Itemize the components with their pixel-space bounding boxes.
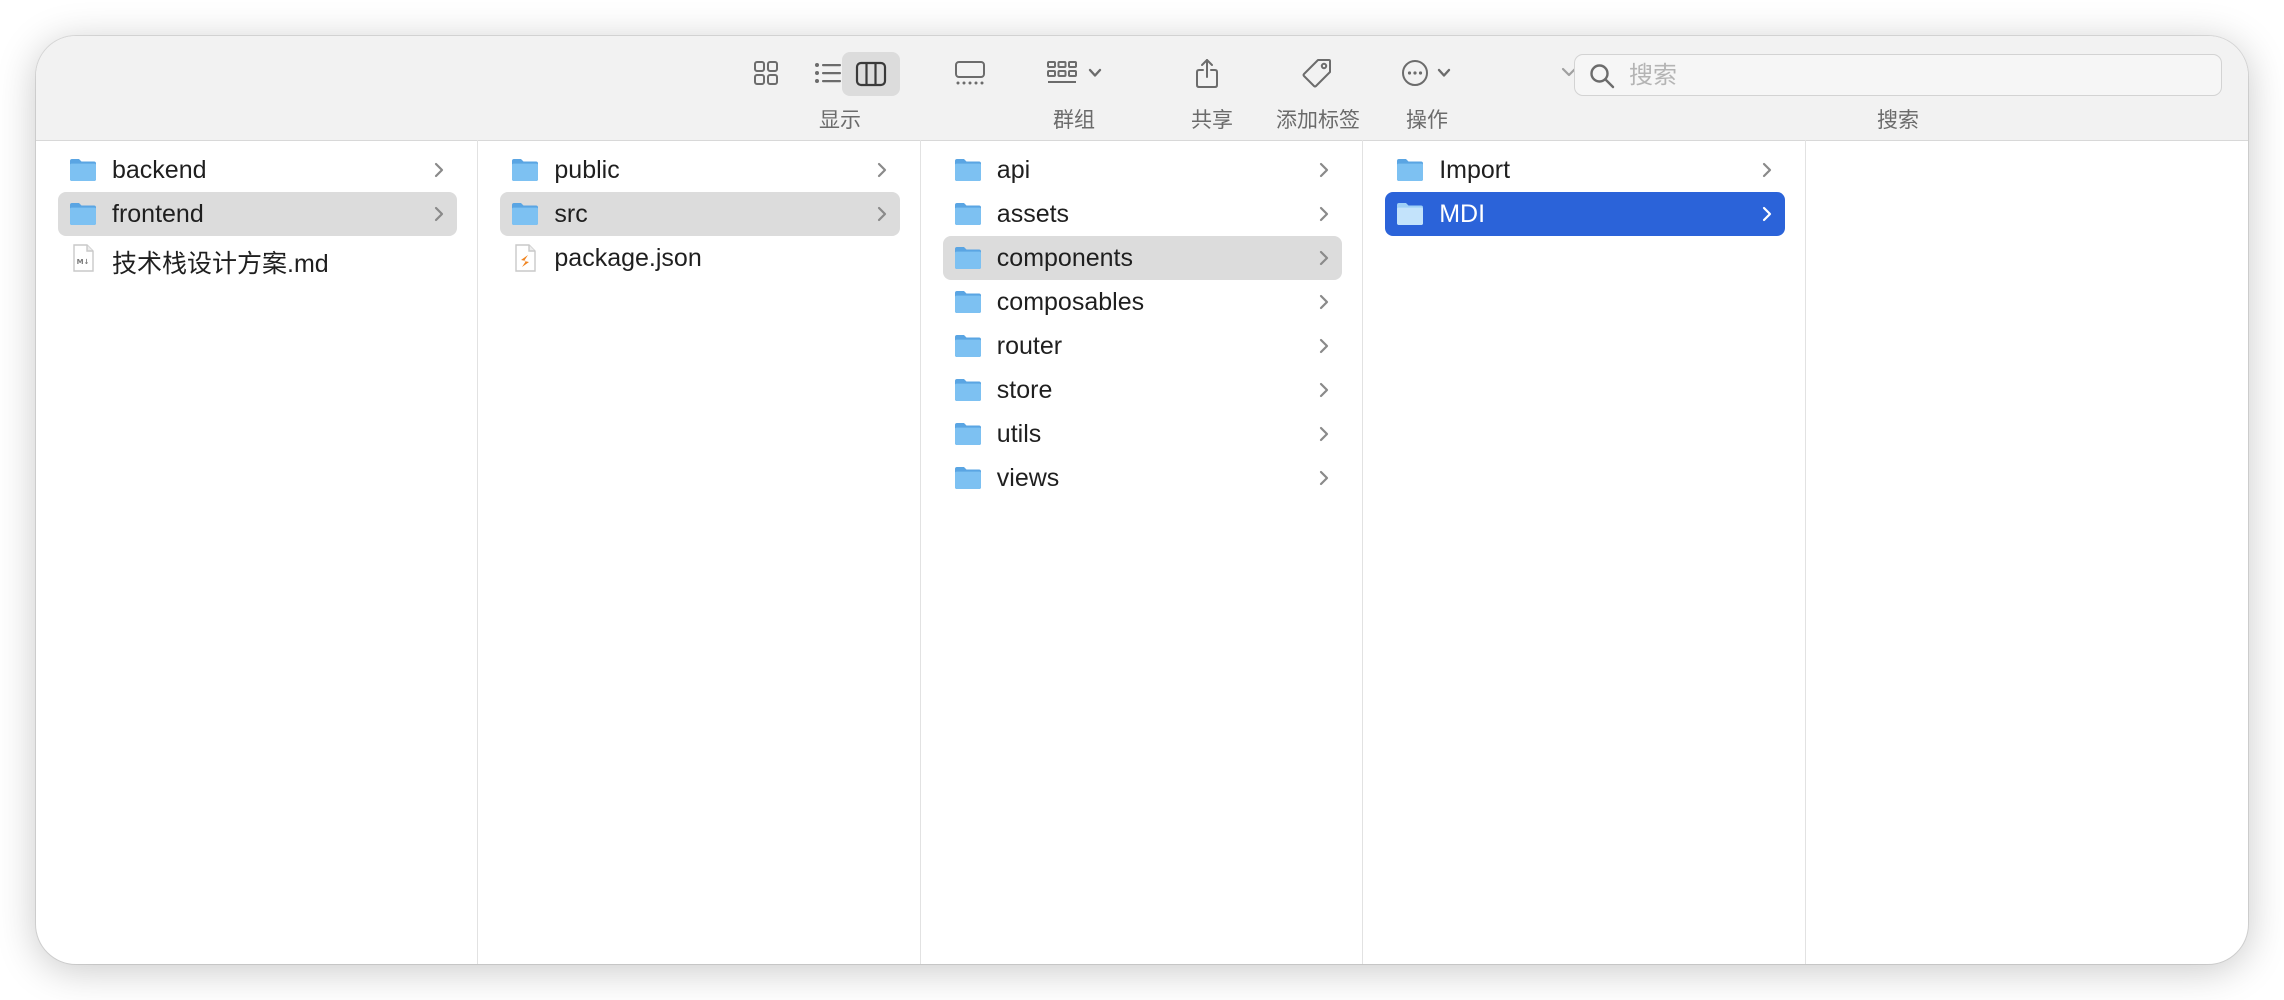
browser-column-5[interactable] — [1806, 140, 2248, 964]
folder-row[interactable]: api — [943, 148, 1342, 192]
item-name: Import — [1439, 156, 1511, 184]
search-label: 搜索 — [1877, 109, 1919, 132]
folder-row[interactable]: composables — [943, 280, 1342, 324]
chevron-right-icon — [433, 161, 445, 184]
finder-window: 显示 群组 共享 添加标签 操作 搜索 搜索 backend frontend … — [36, 36, 2248, 964]
share-label: 共享 — [1191, 109, 1233, 132]
file-row[interactable]: package.json — [500, 236, 899, 280]
folder-icon — [68, 199, 98, 229]
gallery-view-button[interactable] — [942, 50, 998, 96]
group-button[interactable] — [1040, 50, 1110, 96]
folder-icon — [953, 155, 983, 185]
item-name: utils — [996, 420, 1042, 448]
browser-column-1[interactable]: backend frontend M↓ 技术栈设计方案.md — [36, 140, 479, 964]
share-button[interactable] — [1182, 50, 1232, 96]
folder-row[interactable]: views — [943, 456, 1342, 500]
gallery-icon — [955, 61, 985, 85]
item-name: api — [996, 156, 1031, 184]
folder-row[interactable]: Import — [1385, 148, 1784, 192]
columns-icon — [855, 61, 887, 87]
view-group-label: 显示 — [819, 109, 861, 132]
chevron-down-icon — [1088, 68, 1102, 77]
folder-icon — [953, 331, 983, 361]
folder-row[interactable]: router — [943, 324, 1342, 368]
item-name: 技术栈设计方案.md — [112, 250, 329, 278]
folder-row[interactable]: MDI — [1385, 192, 1785, 236]
folder-icon — [953, 463, 983, 493]
browser-column-4[interactable]: Import MDI — [1363, 140, 1806, 964]
action-label: 操作 — [1406, 109, 1448, 132]
chevron-right-icon — [1318, 469, 1330, 492]
toolbar: 显示 群组 共享 添加标签 操作 搜索 搜索 — [36, 36, 2248, 141]
folder-icon — [953, 287, 983, 317]
folder-icon — [953, 419, 983, 449]
chevron-right-icon — [1761, 205, 1773, 228]
chevron-right-icon — [433, 205, 445, 228]
list-icon — [815, 63, 841, 83]
chevron-right-icon — [1318, 425, 1330, 448]
chevron-right-icon — [1761, 161, 1773, 184]
chevron-right-icon — [1318, 205, 1330, 228]
folder-row[interactable]: frontend — [58, 192, 458, 236]
file-row[interactable]: M↓ 技术栈设计方案.md — [58, 236, 457, 280]
folder-row[interactable]: backend — [58, 148, 457, 192]
item-name: package.json — [554, 244, 702, 272]
folder-row[interactable]: store — [943, 368, 1342, 412]
folder-row[interactable]: src — [500, 192, 900, 236]
chevron-right-icon — [876, 161, 888, 184]
item-name: assets — [996, 200, 1070, 228]
item-name: views — [996, 464, 1060, 492]
folder-icon — [1395, 199, 1425, 229]
item-name: MDI — [1439, 200, 1486, 228]
folder-icon — [953, 243, 983, 273]
svg-text:M↓: M↓ — [77, 258, 90, 266]
item-name: public — [554, 156, 620, 184]
group-grid-icon — [1047, 61, 1077, 83]
folder-icon — [1395, 155, 1425, 185]
chevron-right-icon — [1318, 337, 1330, 360]
folder-icon — [510, 199, 540, 229]
browser-column-2[interactable]: public src package.json — [478, 140, 921, 964]
browser-column-3[interactable]: api assets components composables router stor… — [921, 140, 1364, 964]
markdown-file-icon: M↓ — [68, 243, 98, 273]
chevron-right-icon — [1318, 293, 1330, 316]
folder-icon — [68, 155, 98, 185]
column-view-button[interactable] — [842, 52, 900, 96]
folder-icon — [953, 375, 983, 405]
chevron-down-icon — [1437, 68, 1451, 77]
column-browser: backend frontend M↓ 技术栈设计方案.md public src pack… — [36, 140, 2248, 964]
folder-row[interactable]: utils — [943, 412, 1342, 456]
ellipsis-circle-icon — [1402, 60, 1428, 86]
folder-icon — [510, 155, 540, 185]
folder-icon — [953, 199, 983, 229]
chevron-right-icon — [1318, 161, 1330, 184]
add-tag-button[interactable] — [1292, 50, 1342, 96]
item-name: components — [996, 244, 1133, 272]
icon-grid-icon — [754, 61, 778, 85]
item-name: frontend — [112, 200, 204, 228]
item-name: backend — [112, 156, 207, 184]
chevron-right-icon — [1318, 381, 1330, 404]
search-icon — [1590, 64, 1615, 89]
folder-row[interactable]: assets — [943, 192, 1342, 236]
item-name: composables — [996, 288, 1145, 316]
search-field[interactable] — [1574, 54, 2222, 97]
chevron-right-icon — [1318, 249, 1330, 272]
icon-view-button[interactable] — [742, 50, 790, 96]
folder-row[interactable]: public — [500, 148, 899, 192]
json-file-icon — [510, 243, 540, 273]
share-icon — [1196, 59, 1218, 88]
item-name: src — [554, 200, 588, 228]
folder-row[interactable]: components — [942, 236, 1343, 280]
tag-icon — [1302, 59, 1331, 88]
add-tag-label: 添加标签 — [1276, 109, 1360, 132]
item-name: store — [996, 376, 1053, 404]
chevron-right-icon — [876, 205, 888, 228]
item-name: router — [996, 332, 1063, 360]
search-input[interactable] — [1627, 55, 2211, 97]
action-button[interactable] — [1392, 50, 1460, 96]
group-label: 群组 — [1053, 109, 1095, 132]
